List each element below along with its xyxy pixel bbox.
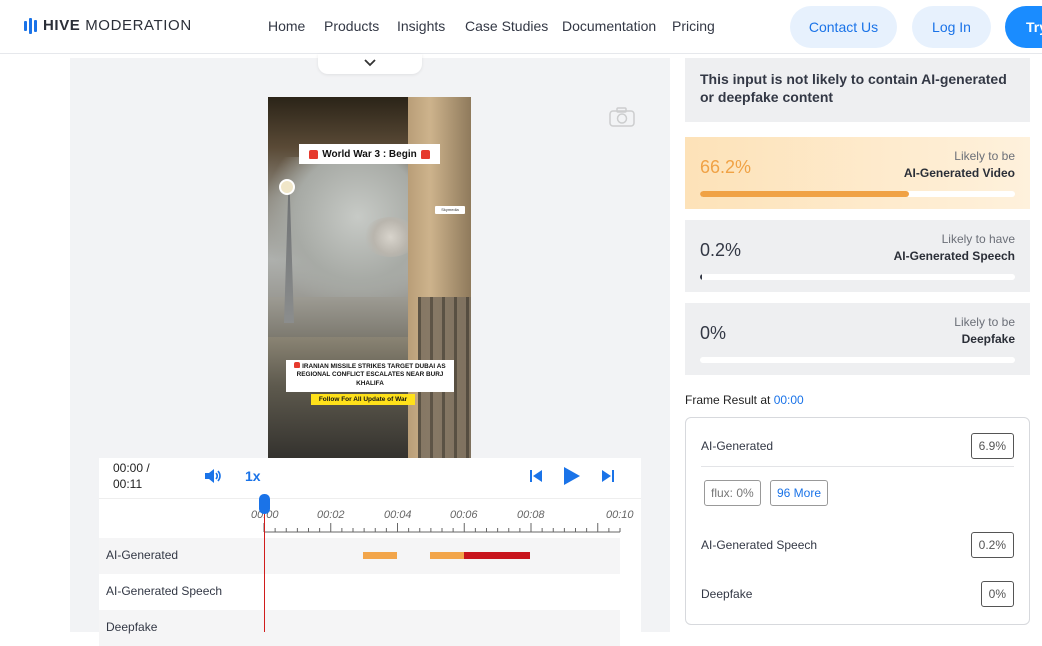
tick-label: 00:10 xyxy=(606,509,634,521)
tick-label: 00:02 xyxy=(317,509,345,521)
chevron-down-icon xyxy=(364,59,376,67)
frame-row-label: AI-Generated xyxy=(701,439,774,453)
nav-insights[interactable]: Insights xyxy=(397,18,445,34)
collapse-toggle[interactable] xyxy=(318,54,422,74)
track-deepfake: Deepfake xyxy=(99,610,641,646)
frame-row-label: Deepfake xyxy=(701,587,753,601)
timeline-scrubber-handle[interactable] xyxy=(259,494,270,514)
detection-segment[interactable] xyxy=(363,552,397,559)
score-card-deepfake: 0% Likely to be Deepfake xyxy=(685,303,1030,375)
video-frame[interactable]: World War 3 : Begin Skymedia IRANIAN MIS… xyxy=(268,97,471,458)
try-button[interactable]: Try xyxy=(1005,6,1042,48)
score-bar xyxy=(700,274,1015,280)
video-title-overlay: World War 3 : Begin xyxy=(299,144,440,164)
detection-segment[interactable] xyxy=(430,552,464,559)
nav-products[interactable]: Products xyxy=(324,18,379,34)
tick-label: 00:04 xyxy=(384,509,412,521)
score-bar-fill xyxy=(700,274,702,280)
frame-row-value: 0.2% xyxy=(970,532,1014,558)
channel-badge-icon xyxy=(279,179,295,195)
score-percent: 66.2% xyxy=(700,157,752,177)
skip-back-icon[interactable] xyxy=(529,469,543,483)
score-caption: Likely to be xyxy=(954,315,1015,329)
score-bar xyxy=(700,357,1015,363)
score-bar xyxy=(700,191,1015,197)
nav-documentation[interactable]: Documentation xyxy=(562,18,656,34)
score-percent: 0% xyxy=(700,323,727,343)
player-controls: 00:00 / 00:11 1x xyxy=(99,458,641,496)
video-caption: IRANIAN MISSILE STRIKES TARGET DUBAI AS … xyxy=(286,360,454,392)
score-caption: Likely to have xyxy=(941,232,1015,246)
score-card-ai-speech: 0.2% Likely to have AI-Generated Speech xyxy=(685,220,1030,292)
playhead-line xyxy=(264,512,265,632)
track-ai-generated: AI-Generated xyxy=(99,538,641,574)
track-label: AI-Generated Speech xyxy=(106,584,223,598)
top-navbar: HIVE MODERATION Home Products Insights C… xyxy=(0,0,1042,54)
frame-timestamp: 00:00 xyxy=(773,393,804,407)
frame-row-value: 6.9% xyxy=(970,433,1014,459)
score-category: AI-Generated Speech xyxy=(893,249,1015,263)
frame-row-value: 0% xyxy=(980,581,1014,607)
camera-icon[interactable] xyxy=(609,107,635,127)
logo-icon xyxy=(24,17,37,34)
score-category: Deepfake xyxy=(961,332,1015,346)
score-percent: 0.2% xyxy=(700,240,742,260)
brand-name-bold: HIVE xyxy=(43,17,81,34)
siren-icon xyxy=(309,149,319,159)
time-display: 00:00 / 00:11 xyxy=(113,461,150,491)
contact-us-button[interactable]: Contact Us xyxy=(790,6,897,48)
frame-result-heading: Frame Result at 00:00 xyxy=(685,393,804,407)
score-card-ai-video: 66.2% Likely to be AI-Generated Video xyxy=(685,137,1030,209)
frame-row-label: AI-Generated Speech xyxy=(701,538,818,552)
video-player: 00:00 / 00:11 1x 00:00 00:02 00:04 00:06… xyxy=(99,458,641,646)
more-models-button[interactable]: 96 More xyxy=(770,480,829,506)
ruler-ticks xyxy=(263,523,621,533)
volume-icon[interactable] xyxy=(204,468,222,484)
score-category: AI-Generated Video xyxy=(903,166,1015,180)
hive-logo[interactable]: HIVE MODERATION xyxy=(24,17,192,34)
score-caption: Likely to be xyxy=(954,149,1015,163)
log-in-button[interactable]: Log In xyxy=(912,6,991,48)
tick-label: 00:06 xyxy=(450,509,478,521)
score-bar-fill xyxy=(700,191,909,197)
detection-segment[interactable] xyxy=(464,552,530,559)
video-watermark: Skymedia xyxy=(435,206,465,214)
play-icon[interactable] xyxy=(563,466,581,486)
frame-result-box: AI-Generated 6.9% flux: 0% 96 More AI-Ge… xyxy=(685,417,1030,625)
siren-icon xyxy=(420,149,430,159)
divider xyxy=(701,466,1014,467)
timeline-ruler[interactable]: 00:00 00:02 00:04 00:06 00:08 00:10 xyxy=(99,498,641,538)
nav-case-studies[interactable]: Case Studies xyxy=(465,18,548,34)
siren-icon xyxy=(294,362,301,368)
skip-forward-icon[interactable] xyxy=(601,469,615,483)
tick-label: 00:08 xyxy=(517,509,545,521)
result-summary: This input is not likely to contain AI-g… xyxy=(685,58,1030,122)
track-label: AI-Generated xyxy=(106,548,179,562)
video-follow-banner: Follow For All Update of War xyxy=(311,394,415,405)
track-ai-generated-speech: AI-Generated Speech xyxy=(99,574,641,610)
brand-name-light: MODERATION xyxy=(85,17,192,34)
playback-speed-button[interactable]: 1x xyxy=(245,468,261,484)
nav-pricing[interactable]: Pricing xyxy=(672,18,715,34)
model-chip-flux: flux: 0% xyxy=(704,480,761,506)
nav-home[interactable]: Home xyxy=(268,18,305,34)
